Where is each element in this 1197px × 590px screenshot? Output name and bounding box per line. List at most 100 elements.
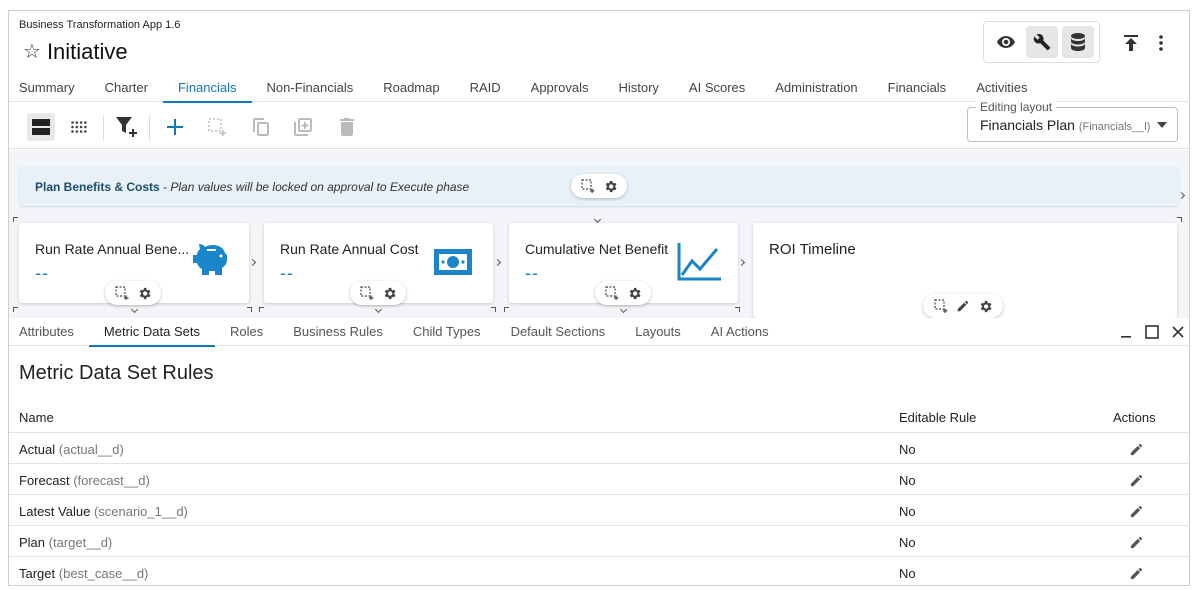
toolbar-divider <box>149 115 150 141</box>
gear-icon[interactable] <box>978 299 993 314</box>
card-controls <box>105 281 161 305</box>
maximize-panel-button[interactable] <box>1143 323 1161 341</box>
gear-icon[interactable] <box>627 286 642 301</box>
tab-activities[interactable]: Activities <box>961 75 1042 102</box>
banner-separator: - <box>159 180 171 194</box>
tab-roles[interactable]: Roles <box>215 318 278 346</box>
copy-button[interactable] <box>247 113 275 141</box>
tab-metric-data-sets[interactable]: Metric Data Sets <box>88 318 216 347</box>
pencil-icon <box>1130 443 1142 455</box>
piggy-bank-icon <box>193 244 227 275</box>
tab-financials-2[interactable]: Financials <box>873 75 962 102</box>
minimize-panel-button[interactable] <box>1117 323 1135 341</box>
row-code: (best_case__d) <box>58 566 149 581</box>
edit-row-button[interactable] <box>1127 564 1145 582</box>
chevron-right-icon <box>1177 191 1186 200</box>
row-code: (target__d) <box>48 535 113 550</box>
data-mode-button[interactable] <box>1061 26 1094 58</box>
tab-ai-actions[interactable]: AI Actions <box>696 318 784 346</box>
edit-mode-button[interactable] <box>1025 26 1058 58</box>
app-frame: Business Transformation App 1.6 ☆ Initia… <box>8 10 1190 586</box>
gear-icon[interactable] <box>603 179 618 194</box>
select-area-icon[interactable] <box>359 286 374 300</box>
delete-button[interactable] <box>333 113 361 141</box>
corner-marker <box>735 307 740 312</box>
chevron-right-icon <box>737 258 746 267</box>
column-header-actions: Actions <box>1113 410 1156 425</box>
tab-roadmap[interactable]: Roadmap <box>368 75 454 102</box>
pencil-icon <box>1130 567 1142 579</box>
toolbar-divider <box>103 115 104 141</box>
tab-approvals[interactable]: Approvals <box>516 75 604 102</box>
row-name: Forecast (forecast__d) <box>19 473 150 488</box>
card-controls <box>923 294 1003 318</box>
minimize-icon <box>1121 336 1131 338</box>
database-icon <box>1070 33 1085 51</box>
publish-button[interactable] <box>1119 31 1143 55</box>
corner-marker <box>13 217 18 222</box>
editing-layout-value: Financials Plan (Financials__l) <box>980 117 1150 133</box>
table-row: Forecast (forecast__d) No <box>9 464 1189 495</box>
row-code: (forecast__d) <box>73 473 150 488</box>
section-layout-button[interactable] <box>27 113 55 141</box>
edit-row-button[interactable] <box>1127 502 1145 520</box>
row-code: (actual__d) <box>58 442 124 457</box>
add-button[interactable] <box>161 113 189 141</box>
section-title: Metric Data Set Rules <box>19 362 214 384</box>
tab-default-sections[interactable]: Default Sections <box>496 318 621 346</box>
row-editable: No <box>899 504 916 519</box>
duplicate-button[interactable] <box>289 113 317 141</box>
tab-history[interactable]: History <box>603 75 673 102</box>
tab-administration[interactable]: Administration <box>760 75 872 102</box>
edit-row-button[interactable] <box>1127 471 1145 489</box>
layout-canvas: Plan Benefits & Costs - Plan values will… <box>9 150 1189 318</box>
tab-business-rules[interactable]: Business Rules <box>278 318 398 346</box>
add-filter-button[interactable] <box>113 113 141 141</box>
edit-row-button[interactable] <box>1127 440 1145 458</box>
tab-layouts[interactable]: Layouts <box>620 318 696 346</box>
more-options-button[interactable] <box>1149 31 1173 55</box>
row-name: Target (best_case__d) <box>19 566 148 581</box>
tab-child-types[interactable]: Child Types <box>398 318 496 346</box>
card-title: ROI Timeline <box>769 241 856 258</box>
pencil-icon <box>1130 505 1142 517</box>
select-area-icon[interactable] <box>604 286 619 300</box>
edit-row-button[interactable] <box>1127 533 1145 551</box>
chevron-right-icon <box>248 258 257 267</box>
tab-financials[interactable]: Financials <box>162 75 252 103</box>
chevron-right-icon <box>493 258 502 267</box>
main-tabs: Summary Charter Financials Non-Financial… <box>9 75 1189 103</box>
metric-data-set-rules-table: Name Editable Rule Actions Actual (actua… <box>9 401 1189 585</box>
star-icon[interactable]: ☆ <box>23 42 41 62</box>
tab-attributes[interactable]: Attributes <box>9 318 89 346</box>
gear-icon[interactable] <box>137 286 152 301</box>
tab-raid[interactable]: RAID <box>455 75 516 102</box>
banner-message: Plan values will be locked on approval t… <box>170 180 470 194</box>
pencil-icon[interactable] <box>956 299 970 313</box>
row-name: Actual (actual__d) <box>19 442 124 457</box>
card-controls <box>350 281 406 305</box>
row-code: (scenario_1__d) <box>93 504 188 519</box>
layout-name: Financials Plan <box>980 117 1075 133</box>
app-version: Business Transformation App 1.6 <box>19 19 181 31</box>
select-area-icon[interactable] <box>580 179 595 193</box>
row-editable: No <box>899 442 916 457</box>
table-row: Plan (target__d) No <box>9 526 1189 557</box>
tab-summary[interactable]: Summary <box>9 75 90 102</box>
editing-layout-select[interactable]: Editing layout Financials Plan (Financia… <box>967 100 1178 142</box>
tab-non-financials[interactable]: Non-Financials <box>252 75 369 102</box>
select-area-icon[interactable] <box>933 299 948 313</box>
select-area-icon[interactable] <box>114 286 129 300</box>
close-panel-button[interactable] <box>1169 323 1187 341</box>
select-area-button[interactable] <box>203 113 231 141</box>
tab-ai-scores[interactable]: AI Scores <box>674 75 760 102</box>
mode-switcher <box>983 21 1100 63</box>
close-icon <box>1172 326 1184 338</box>
grid-layout-button[interactable] <box>65 113 93 141</box>
row-label: Actual <box>19 442 56 457</box>
grid-dots-icon <box>71 121 87 133</box>
gear-icon[interactable] <box>382 286 397 301</box>
corner-marker <box>259 307 264 312</box>
view-mode-button[interactable] <box>990 26 1022 58</box>
tab-charter[interactable]: Charter <box>90 75 163 102</box>
